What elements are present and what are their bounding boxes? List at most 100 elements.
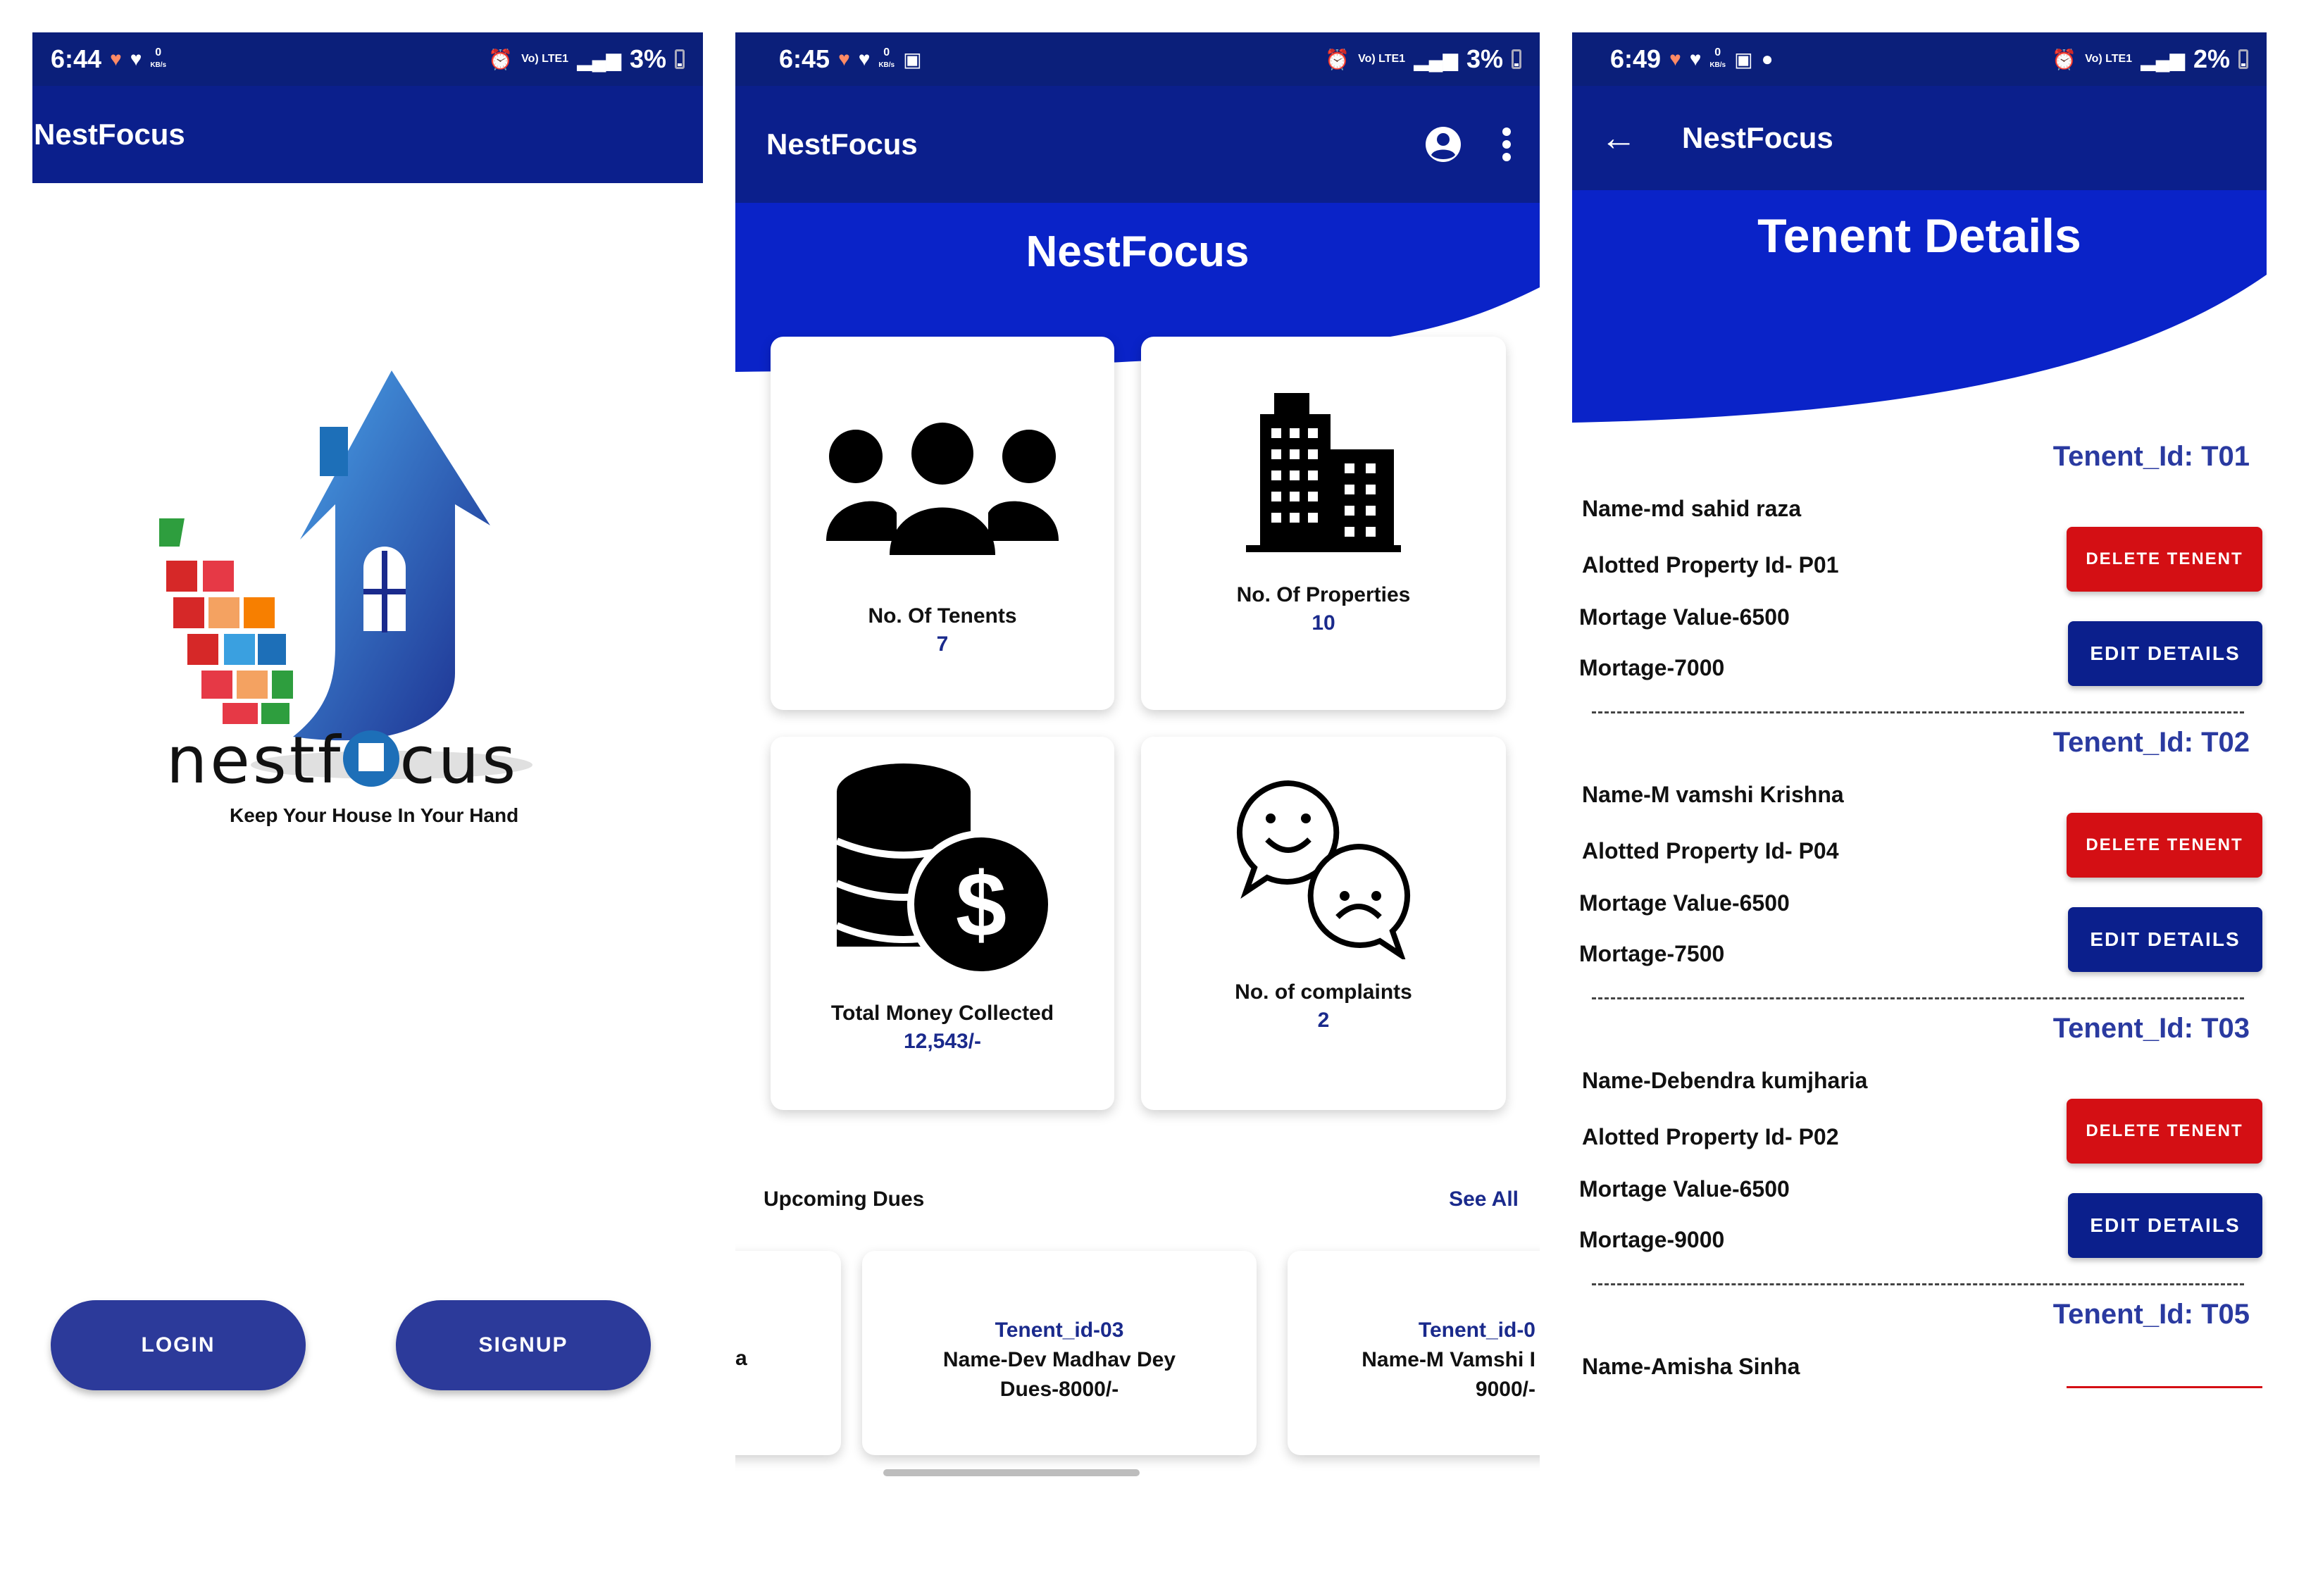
battery-icon xyxy=(2238,49,2248,69)
tenant-property: Alotted Property Id- P01 xyxy=(1582,552,1839,578)
due-name: Name-M Vamshi I xyxy=(1362,1348,1535,1371)
tenant-mortgage-value: Mortage Value-6500 xyxy=(1579,604,1790,630)
complaints-card[interactable]: No. of complaints 2 xyxy=(1141,737,1506,1110)
edit-details-button[interactable]: EDIT DETAILS xyxy=(2068,907,2262,972)
status-time: 6:45 xyxy=(779,44,830,73)
see-all-link[interactable]: See All xyxy=(1449,1187,1519,1211)
signal-icon: ▂▄▆ xyxy=(1414,48,1458,70)
login-button[interactable]: LOGIN xyxy=(51,1300,306,1390)
card-label: No. of complaints xyxy=(1235,980,1412,1004)
edit-details-button[interactable]: EDIT DETAILS xyxy=(2068,1193,2262,1258)
svg-text:$: $ xyxy=(956,853,1007,956)
heart-icon: ♥ xyxy=(838,48,850,70)
app-title: NestFocus xyxy=(766,127,918,161)
tenant-id: Tenent_Id: T05 xyxy=(2052,1299,2250,1330)
network-speed: 0 KB/s xyxy=(1709,46,1726,70)
battery-icon xyxy=(675,49,685,69)
complaints-icon xyxy=(1236,780,1411,959)
status-bar: 6:49 ♥ ♥ 0 KB/s ▣ ● ⏰ Vo) LTE1 ▂▄▆ 2% xyxy=(1572,32,2267,86)
tenant-mortgage-value: Mortage Value-6500 xyxy=(1579,890,1790,916)
signal-icon: ▂▄▆ xyxy=(577,48,621,70)
image-icon: ▣ xyxy=(903,48,922,70)
divider xyxy=(1592,997,2244,999)
account-icon[interactable] xyxy=(1424,125,1462,163)
app-bar: NestFocus xyxy=(735,86,1540,203)
tenant-name: Name-Amisha Sinha xyxy=(1582,1354,1800,1379)
tenant-mortgage: Mortage-7500 xyxy=(1579,941,1725,966)
card-label: No. Of Tenents xyxy=(868,604,1017,628)
alarm-icon: ⏰ xyxy=(488,48,513,70)
image-icon: ▣ xyxy=(1734,48,1753,70)
due-name: Name-Dev Madhav Dey xyxy=(942,1348,1176,1371)
tenant-entry: Tenent_Id: T03 Name-Debendra kumjharia A… xyxy=(1572,1013,2267,1309)
partial-char: a xyxy=(735,1347,747,1370)
login-screen: 6:44 ♥ ♥ 0 KB/s ⏰ Vo) LTE1 ▂▄▆ 3% NestFoc… xyxy=(32,32,703,1511)
properties-card[interactable]: No. Of Properties 10 xyxy=(1141,337,1506,710)
tagline: Keep Your House In Your Hand xyxy=(230,804,519,826)
delete-tenant-button[interactable]: DELETE TENENT xyxy=(2067,813,2262,878)
card-value: 7 xyxy=(936,632,949,656)
tenants-card[interactable]: No. Of Tenents 7 xyxy=(771,337,1114,710)
people-icon xyxy=(826,423,1059,555)
delete-tenant-button[interactable]: DELETE TENENT xyxy=(2067,527,2262,592)
lte-indicator: Vo) LTE1 xyxy=(1358,53,1406,65)
alarm-icon: ⏰ xyxy=(1325,48,1350,70)
card-label: No. Of Properties xyxy=(1236,583,1411,606)
network-speed: 0 KB/s xyxy=(878,46,895,70)
more-vert-icon[interactable] xyxy=(1502,127,1512,162)
tenant-name: Name-Debendra kumjharia xyxy=(1582,1068,1868,1093)
lte-indicator: Vo) LTE1 xyxy=(2085,53,2133,65)
chat-icon: ● xyxy=(1761,48,1774,70)
tenant-name: Name-md sahid raza xyxy=(1582,496,1802,521)
tenant-id: Tenent_Id: T02 xyxy=(2052,727,2250,758)
status-time: 6:49 xyxy=(1610,44,1662,73)
tenant-entry: Tenent_Id: T05 Name-Amisha Sinha xyxy=(1572,1299,2267,1426)
tenant-name: Name-M vamshi Krishna xyxy=(1582,782,1844,807)
brand-wordmark: nestf cus xyxy=(166,723,519,798)
status-time: 6:44 xyxy=(51,44,102,73)
battery-percent: 3% xyxy=(1466,44,1503,73)
divider xyxy=(1592,1283,2244,1285)
lte-indicator: Vo) LTE1 xyxy=(521,53,569,65)
edit-details-button[interactable]: EDIT DETAILS xyxy=(2068,621,2262,686)
heart-icon: ♥ xyxy=(1669,48,1681,70)
app-bar: ← NestFocus xyxy=(1572,86,2267,190)
app-bar: NestFocus xyxy=(32,86,703,183)
back-arrow-icon[interactable]: ← xyxy=(1600,117,1637,159)
due-card[interactable]: Tenent_id-0 Name-M Vamshi I 9000/- xyxy=(1288,1251,1540,1455)
tenant-entry: Tenent_Id: T02 Name-M vamshi Krishna Alo… xyxy=(1572,727,2267,1023)
status-bar: 6:45 ♥ ♥ 0 KB/s ▣ ⏰ Vo) LTE1 ▂▄▆ 3% xyxy=(735,32,1540,86)
divider xyxy=(1592,711,2244,713)
money-icon: $ xyxy=(835,763,1052,978)
status-bar: 6:44 ♥ ♥ 0 KB/s ⏰ Vo) LTE1 ▂▄▆ 3% xyxy=(32,32,703,86)
money-card[interactable]: $ Total Money Collected 12,543/- xyxy=(771,737,1114,1110)
tenant-mortgage: Mortage-7000 xyxy=(1579,655,1725,680)
heart-outline-icon: ♥ xyxy=(858,48,871,70)
delete-tenant-button[interactable]: DELETE TENENT xyxy=(2067,1099,2262,1164)
signup-button[interactable]: SIGNUP xyxy=(396,1300,651,1390)
tenant-mortgage-value: Mortage Value-6500 xyxy=(1579,1176,1790,1202)
due-amount: Dues-8000/- xyxy=(999,1378,1119,1401)
upcoming-dues-title: Upcoming Dues xyxy=(764,1187,925,1211)
alarm-icon: ⏰ xyxy=(2052,48,2077,70)
due-card[interactable]: Tenent_id-03 Name-Dev Madhav Dey Dues-80… xyxy=(862,1251,1257,1455)
due-amount: 9000/- xyxy=(1475,1378,1535,1401)
battery-percent: 3% xyxy=(629,44,666,73)
horizontal-scrollbar[interactable] xyxy=(883,1469,1140,1476)
heart-icon: ♥ xyxy=(110,48,122,70)
tenant-property: Alotted Property Id- P02 xyxy=(1582,1124,1839,1149)
house-o-icon xyxy=(343,730,400,787)
tenant-property: Alotted Property Id- P04 xyxy=(1582,838,1839,864)
tenant-entry: Tenent_Id: T01 Name-md sahid raza Alotte… xyxy=(1572,441,2267,737)
due-card[interactable]: a xyxy=(735,1251,841,1455)
delete-tenant-button-edge[interactable] xyxy=(2067,1386,2262,1388)
network-speed: 0 KB/s xyxy=(150,46,167,70)
card-value: 12,543/- xyxy=(903,1030,982,1053)
app-title: NestFocus xyxy=(1682,121,1833,154)
card-value: 2 xyxy=(1317,1009,1330,1032)
card-label: Total Money Collected xyxy=(830,1002,1054,1025)
dashboard-screen: 6:45 ♥ ♥ 0 KB/s ▣ ⏰ Vo) LTE1 ▂▄▆ 3% NestF… xyxy=(735,32,1540,1511)
battery-percent: 2% xyxy=(2193,44,2230,73)
heart-outline-icon: ♥ xyxy=(1689,48,1702,70)
app-title: NestFocus xyxy=(34,118,185,151)
